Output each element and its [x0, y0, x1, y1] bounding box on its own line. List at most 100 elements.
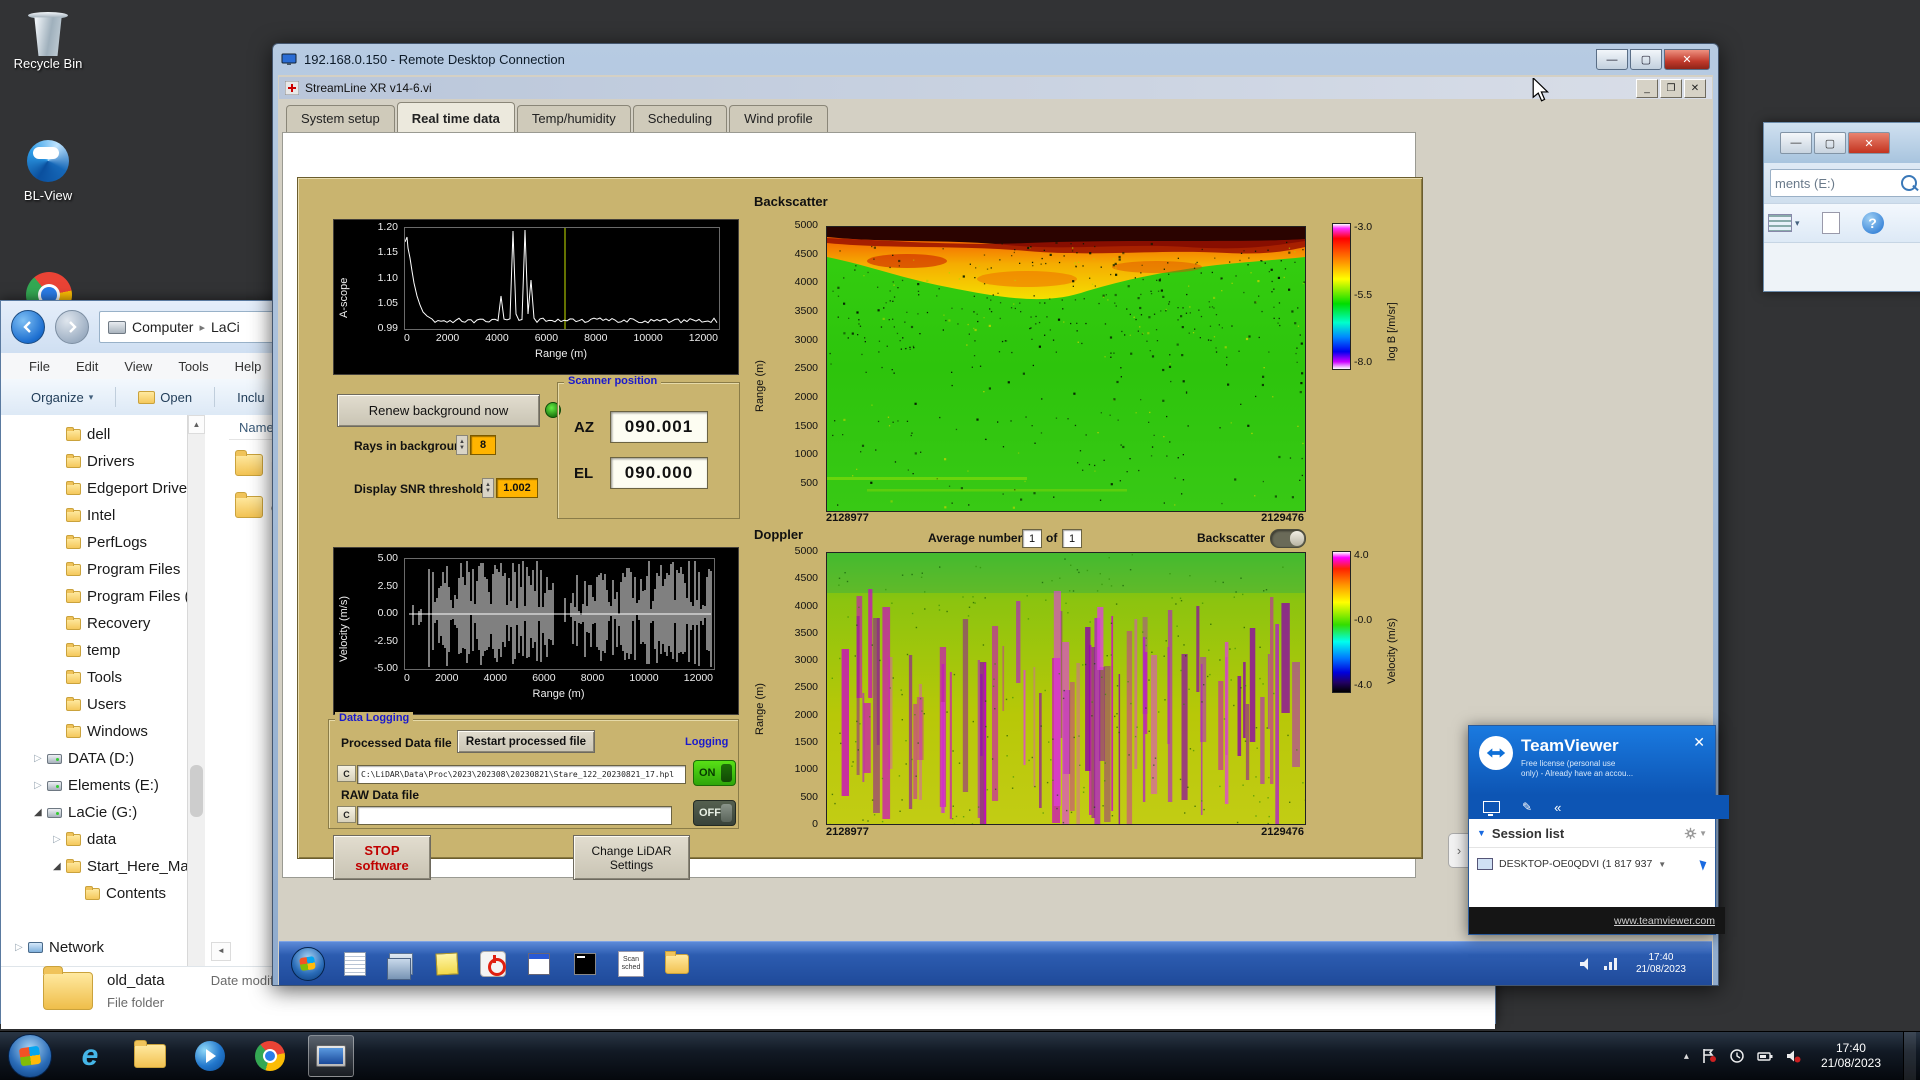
- window-titlebar[interactable]: — ▢ ✕: [1764, 123, 1920, 163]
- close-button[interactable]: ✕: [1848, 132, 1890, 154]
- el-field[interactable]: 090.000: [610, 457, 708, 489]
- remote-volume-icon[interactable]: [1578, 956, 1594, 972]
- minimize-button[interactable]: —: [1780, 132, 1812, 154]
- session-entry[interactable]: DESKTOP-OE0QDVI (1 817 937 ▼: [1469, 848, 1715, 880]
- windows-app-icon[interactable]: [385, 950, 417, 980]
- tree-item[interactable]: PerfLogs: [1, 529, 187, 556]
- tree-item[interactable]: DATA (D:): [1, 745, 187, 772]
- maximize-button[interactable]: ▢: [1814, 132, 1846, 154]
- drive-select-button[interactable]: C: [337, 765, 356, 782]
- minimize-button[interactable]: —: [1596, 49, 1628, 70]
- clock[interactable]: 17:40 21/08/2023: [1821, 1041, 1881, 1071]
- help-button[interactable]: ?: [1861, 212, 1884, 234]
- desktop-icon-bl-view[interactable]: BL-View: [0, 140, 96, 203]
- clock-tray-icon[interactable]: [1729, 1048, 1745, 1064]
- scroll-left-icon[interactable]: ◄: [211, 942, 231, 961]
- tree-item[interactable]: data: [1, 826, 187, 853]
- expander-icon[interactable]: [34, 780, 47, 791]
- show-desktop-button[interactable]: [1903, 1032, 1916, 1080]
- rays-value-field[interactable]: 8: [470, 435, 496, 455]
- include-button[interactable]: Inclu: [229, 386, 272, 409]
- tab[interactable]: Temp/humidity: [516, 105, 631, 132]
- media-player-icon[interactable]: [188, 1036, 232, 1076]
- scrollbar-thumb[interactable]: [190, 765, 203, 817]
- raw-logging-toggle[interactable]: OFF: [693, 800, 736, 826]
- tree-item[interactable]: Contents: [1, 880, 187, 907]
- notepad-icon[interactable]: [339, 950, 371, 978]
- xp-window-icon[interactable]: [523, 950, 555, 978]
- restore-button[interactable]: ❐: [1660, 78, 1682, 98]
- tree-item[interactable]: Elements (E:): [1, 772, 187, 799]
- change-view-button[interactable]: ▾: [1768, 214, 1800, 232]
- internet-explorer-icon[interactable]: e: [68, 1036, 112, 1076]
- tree-item[interactable]: Recovery: [1, 610, 187, 637]
- power-icon[interactable]: [477, 950, 509, 978]
- backscatter-heatmap[interactable]: [826, 226, 1306, 512]
- tree-item[interactable]: dell: [1, 421, 187, 448]
- computers-list-icon[interactable]: [1483, 801, 1500, 816]
- maximize-button[interactable]: ▢: [1630, 49, 1662, 70]
- close-button[interactable]: ✕: [1664, 49, 1710, 70]
- pencil-icon[interactable]: ✎: [1522, 800, 1532, 814]
- tree-item[interactable]: Network: [1, 934, 187, 961]
- change-lidar-settings-button[interactable]: Change LiDAR Settings: [573, 835, 690, 880]
- expander-icon[interactable]: [34, 753, 47, 764]
- az-field[interactable]: 090.001: [610, 411, 708, 443]
- teamviewer-collapse-tab[interactable]: ›: [1448, 833, 1469, 868]
- scan-scheduler-icon[interactable]: Scan sched: [615, 950, 647, 978]
- expander-icon[interactable]: [15, 942, 28, 953]
- tree-item[interactable]: Start_Here_Mac.: [1, 853, 187, 880]
- scroll-up-icon[interactable]: ▲: [188, 415, 205, 434]
- renew-background-button[interactable]: Renew background now: [337, 394, 540, 427]
- tree-item[interactable]: Users: [1, 691, 187, 718]
- menu-item[interactable]: View: [124, 359, 152, 374]
- battery-icon[interactable]: [1757, 1048, 1773, 1064]
- tree-item[interactable]: LaCie (G:): [1, 799, 187, 826]
- chevron-down-icon[interactable]: ▼: [1658, 860, 1666, 869]
- action-center-flag-icon[interactable]: [1701, 1048, 1717, 1064]
- breadcrumb-computer[interactable]: Computer: [132, 319, 193, 335]
- remote-clock[interactable]: 17:40 21/08/2023: [1636, 952, 1686, 976]
- menu-item[interactable]: Help: [235, 359, 262, 374]
- remote-start-button[interactable]: [291, 946, 325, 981]
- expander-icon[interactable]: [34, 807, 47, 818]
- session-settings-button[interactable]: ▼: [1684, 827, 1707, 840]
- minimize-button[interactable]: _: [1636, 78, 1658, 98]
- tree-item[interactable]: temp: [1, 637, 187, 664]
- remote-network-icon[interactable]: [1602, 956, 1618, 972]
- rays-spinner[interactable]: ▲ ▼: [456, 435, 468, 455]
- collapse-icon[interactable]: «: [1554, 800, 1561, 815]
- app-titlebar[interactable]: StreamLine XR v14-6.vi _ ❐ ✕: [279, 77, 1712, 99]
- folder-icon[interactable]: [661, 950, 693, 978]
- search-input[interactable]: ments (E:): [1770, 169, 1920, 197]
- tree-item[interactable]: Drivers: [1, 448, 187, 475]
- open-button[interactable]: Open: [130, 386, 200, 409]
- menu-item[interactable]: Tools: [178, 359, 208, 374]
- drive-select-button[interactable]: C: [337, 806, 356, 823]
- sticky-note-icon[interactable]: [431, 950, 463, 978]
- expander-icon[interactable]: [53, 861, 66, 872]
- volume-icon[interactable]: [1785, 1048, 1801, 1064]
- tree-item[interactable]: Windows: [1, 718, 187, 745]
- expander-icon[interactable]: [53, 834, 66, 845]
- rdp-taskbar-button[interactable]: [308, 1035, 354, 1077]
- chrome-icon[interactable]: [248, 1036, 292, 1076]
- file-explorer-icon[interactable]: [128, 1036, 172, 1076]
- rdp-titlebar[interactable]: 192.168.0.150 - Remote Desktop Connectio…: [273, 44, 1718, 75]
- start-button[interactable]: [8, 1034, 52, 1078]
- doppler-heatmap[interactable]: [826, 552, 1306, 825]
- tree-item[interactable]: Tools: [1, 664, 187, 691]
- processed-logging-toggle[interactable]: ON: [693, 760, 736, 786]
- stop-software-button[interactable]: STOP software: [333, 835, 431, 880]
- processed-path-field[interactable]: C:\LiDAR\Data\Proc\2023\202308\20230821\…: [357, 765, 686, 784]
- close-icon[interactable]: ✕: [1693, 734, 1705, 751]
- preview-pane-icon[interactable]: [1821, 212, 1840, 234]
- tab[interactable]: Wind profile: [729, 105, 828, 132]
- tab[interactable]: System setup: [286, 105, 395, 132]
- tray-expand-icon[interactable]: ▴: [1684, 1051, 1689, 1062]
- raw-path-field[interactable]: [357, 806, 672, 825]
- back-button[interactable]: [11, 310, 45, 344]
- tree-item[interactable]: Program Files: [1, 556, 187, 583]
- tree-item[interactable]: Program Files (x: [1, 583, 187, 610]
- snr-value-field[interactable]: 1.002: [496, 478, 538, 498]
